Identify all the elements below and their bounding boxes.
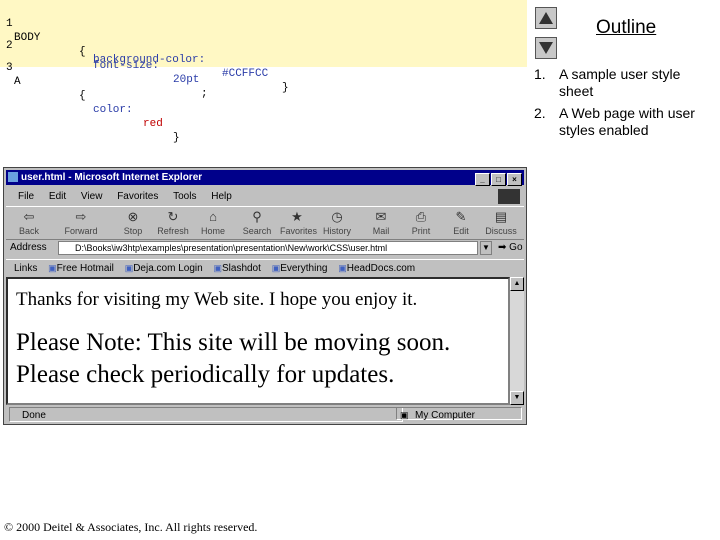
stop-button[interactable]: ⊗ Stop	[116, 208, 150, 236]
print-button[interactable]: ⎙ Print	[404, 208, 438, 236]
minimize-button[interactable]: _	[475, 173, 490, 186]
refresh-button[interactable]: ↻ Refresh	[156, 208, 190, 236]
history-icon: ◷	[331, 209, 343, 224]
address-input[interactable]: D:\Books\iw3htp\examples\presentation\pr…	[58, 241, 478, 255]
welcome-text: Thanks for visiting my Web site. I hope …	[16, 289, 418, 310]
outline-item: 1. A sample user style sheet	[530, 66, 715, 100]
menu-tools[interactable]: Tools	[173, 191, 196, 202]
address-label: Address	[10, 242, 47, 253]
scroll-down-button[interactable]: ▼	[510, 391, 524, 405]
status-bar: Done ▣ My Computer	[6, 407, 524, 422]
line-number: 3	[6, 62, 13, 74]
notice-line: Please check periodically for updates.	[16, 361, 395, 388]
triangle-up-icon	[539, 12, 553, 24]
code-property: background-color:	[93, 54, 206, 66]
search-icon: ⚲	[252, 209, 262, 224]
page-content: Thanks for visiting my Web site. I hope …	[6, 277, 510, 405]
notice-line: Please Note: This site will be moving so…	[16, 329, 451, 356]
search-button[interactable]: ⚲ Search	[240, 208, 274, 236]
toolbar: ⇦ Back ⇨ Forward ⊗ Stop ↻ Refresh ⌂ Home ⚲ Sea…	[6, 206, 524, 240]
go-arrow-icon: ➡	[498, 242, 507, 253]
browser-window: user.html - Microsoft Internet Explorer …	[3, 167, 527, 425]
stop-icon: ⊗	[127, 209, 139, 224]
zone-indicator: ▣ My Computer	[396, 407, 522, 421]
code-property: color:	[93, 104, 133, 116]
previous-slide-button[interactable]	[535, 7, 557, 29]
outline-number: 2.	[534, 105, 546, 121]
close-button[interactable]: ×	[507, 173, 522, 186]
code-punct: ;	[201, 88, 208, 100]
copyright-footer: © 2000 Deitel & Associates, Inc. All rig…	[4, 520, 258, 534]
discuss-icon: ▤	[494, 209, 508, 224]
code-line-1: 1 BODY { font-size: 20pt ;	[0, 3, 208, 100]
menu-edit[interactable]: Edit	[49, 191, 66, 202]
code-line-2: 2 background-color: #CCFFCC }	[0, 25, 289, 94]
back-arrow-icon: ⇦	[23, 209, 35, 224]
code-brace: {	[79, 46, 86, 58]
link-deja-login[interactable]: Deja.com Login	[125, 263, 203, 274]
menu-view[interactable]: View	[81, 191, 103, 202]
maximize-button[interactable]: □	[491, 173, 506, 186]
favorites-icon: ★	[291, 209, 303, 224]
edit-button[interactable]: ✎ Edit	[444, 208, 478, 236]
code-value: 20pt	[173, 74, 200, 86]
code-punct: }	[173, 132, 180, 144]
link-everything[interactable]: Everything	[272, 263, 328, 274]
outline-text: A sample user style sheet	[559, 66, 681, 99]
outline-number: 1.	[534, 66, 546, 82]
menu-help[interactable]: Help	[211, 191, 232, 202]
window-titlebar: user.html - Microsoft Internet Explorer …	[6, 170, 524, 186]
outline-item: 2. A Web page with user styles enabled	[530, 105, 715, 139]
menu-bar: File Edit View Favorites Tools Help	[6, 188, 524, 205]
ie-logo-icon	[8, 172, 18, 182]
menu-file[interactable]: File	[18, 191, 34, 202]
link-slashdot[interactable]: Slashdot	[213, 263, 260, 274]
code-selector: A	[14, 76, 21, 88]
code-value: red	[143, 118, 163, 130]
computer-icon: ▣	[400, 410, 409, 420]
link-headdocs[interactable]: HeadDocs.com	[338, 263, 415, 274]
code-listing: 1 BODY { font-size: 20pt ; 2 background-…	[0, 0, 527, 144]
mail-icon: ✉	[375, 209, 387, 224]
code-brace: {	[79, 90, 86, 102]
notice-text: Please Note: This site will be moving so…	[16, 327, 450, 391]
history-button[interactable]: ◷ History	[320, 208, 354, 236]
address-dropdown-button[interactable]: ▼	[480, 241, 492, 255]
arrow-down-icon: ▼	[513, 394, 521, 401]
print-icon: ⎙	[415, 209, 427, 224]
chevron-down-icon: ▼	[482, 243, 490, 252]
link-free-hotmail[interactable]: Free Hotmail	[48, 263, 114, 274]
outline-list: 1. A sample user style sheet 2. A Web page…	[530, 66, 715, 144]
links-bar: Links Free Hotmail Deja.com Login Slashd…	[6, 259, 524, 276]
menu-favorites[interactable]: Favorites	[117, 191, 158, 202]
scroll-up-button[interactable]: ▲	[510, 277, 524, 291]
outline-text: A Web page with user styles enabled	[559, 105, 695, 138]
edit-icon: ✎	[455, 209, 467, 224]
favorites-button[interactable]: ★ Favorites	[280, 208, 317, 236]
refresh-icon: ↻	[167, 209, 179, 224]
arrow-up-icon: ▲	[513, 280, 521, 287]
code-line-3: 3 A { color: red }	[0, 47, 180, 144]
home-button[interactable]: ⌂ Home	[196, 208, 230, 236]
address-bar: Address D:\Books\iw3htp\examples\present…	[6, 240, 524, 256]
window-title: user.html - Microsoft Internet Explorer	[21, 172, 203, 183]
links-label: Links	[14, 263, 38, 274]
next-slide-button[interactable]	[535, 37, 557, 59]
vertical-scrollbar[interactable]: ▲ ▼	[510, 277, 524, 405]
outline-title[interactable]: Outline	[596, 17, 656, 39]
back-button[interactable]: ⇦ Back	[12, 208, 46, 236]
discuss-button[interactable]: ▤ Discuss	[484, 208, 518, 236]
status-text: Done	[9, 407, 403, 422]
code-punct: }	[282, 82, 289, 94]
mail-button[interactable]: ✉ Mail	[364, 208, 398, 236]
code-value: #CCFFCC	[222, 68, 269, 80]
forward-button[interactable]: ⇨ Forward	[64, 208, 98, 236]
home-icon: ⌂	[209, 209, 217, 224]
triangle-down-icon	[539, 42, 553, 54]
go-button[interactable]: ➡ Go	[498, 240, 523, 256]
forward-arrow-icon: ⇨	[75, 209, 87, 224]
windows-logo-icon	[498, 189, 520, 204]
